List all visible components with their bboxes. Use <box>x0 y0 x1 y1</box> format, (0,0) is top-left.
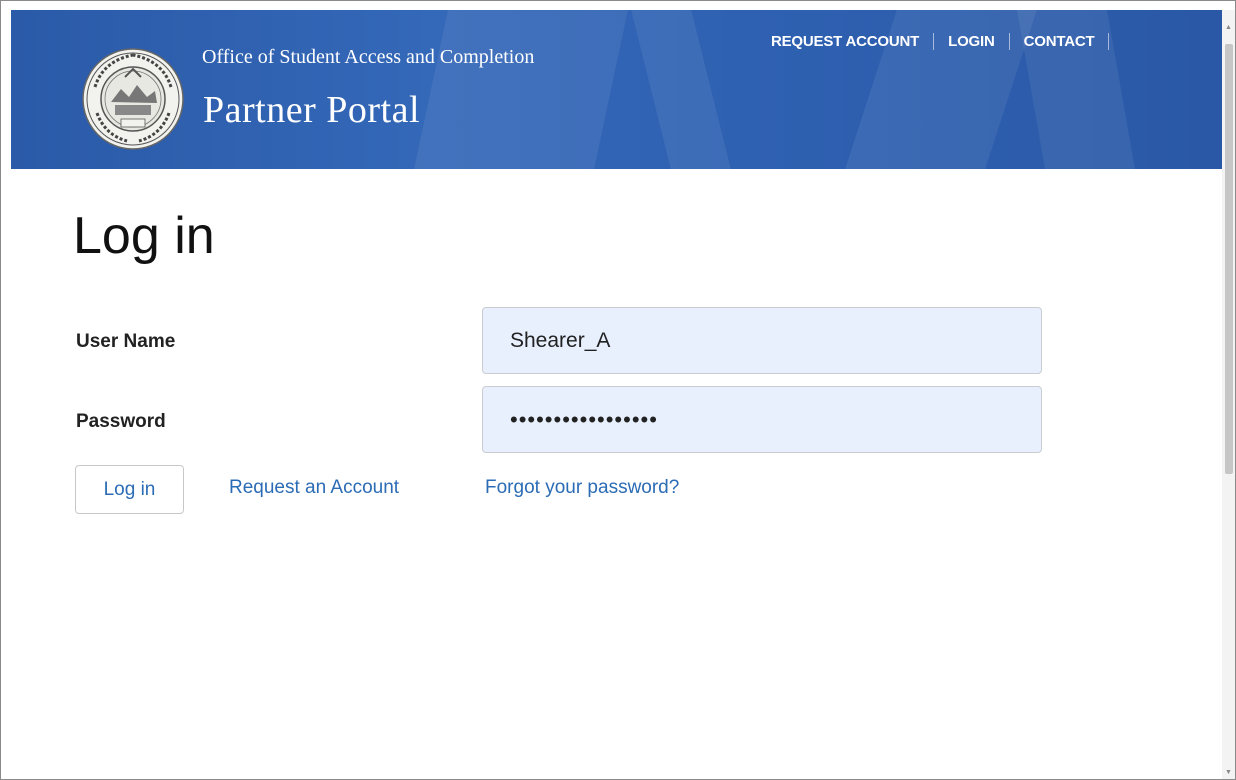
header-decoration <box>631 10 731 169</box>
scrollbar-thumb[interactable] <box>1225 44 1233 474</box>
password-label: Password <box>76 411 166 432</box>
org-name: Office of Student Access and Completion <box>202 46 535 68</box>
site-header: Office of Student Access and Completion … <box>11 10 1223 169</box>
username-input[interactable] <box>482 307 1042 374</box>
scroll-down-icon[interactable]: ▼ <box>1225 769 1232 776</box>
nav-separator <box>1108 33 1110 50</box>
nav-separator <box>1008 33 1010 50</box>
login-button[interactable]: Log in <box>75 465 184 514</box>
state-seal-icon <box>82 48 184 150</box>
vertical-scrollbar[interactable]: ▲ ▼ <box>1222 10 1235 779</box>
username-label: User Name <box>76 331 176 352</box>
nav-contact-link[interactable]: CONTACT <box>1024 33 1095 50</box>
scroll-up-icon[interactable]: ▲ <box>1225 24 1232 31</box>
page-title: Log in <box>73 207 215 265</box>
browser-viewport: Office of Student Access and Completion … <box>0 0 1236 780</box>
nav-request-account-link[interactable]: REQUEST ACCOUNT <box>771 33 919 50</box>
header-decoration <box>414 10 628 169</box>
password-input[interactable] <box>482 386 1042 453</box>
request-account-link[interactable]: Request an Account <box>229 477 399 499</box>
nav-login-link[interactable]: LOGIN <box>948 33 995 50</box>
nav-separator <box>933 33 935 50</box>
top-navigation: REQUEST ACCOUNT LOGIN CONTACT <box>771 33 1123 50</box>
forgot-password-link[interactable]: Forgot your password? <box>485 477 679 499</box>
portal-name: Partner Portal <box>203 89 421 131</box>
